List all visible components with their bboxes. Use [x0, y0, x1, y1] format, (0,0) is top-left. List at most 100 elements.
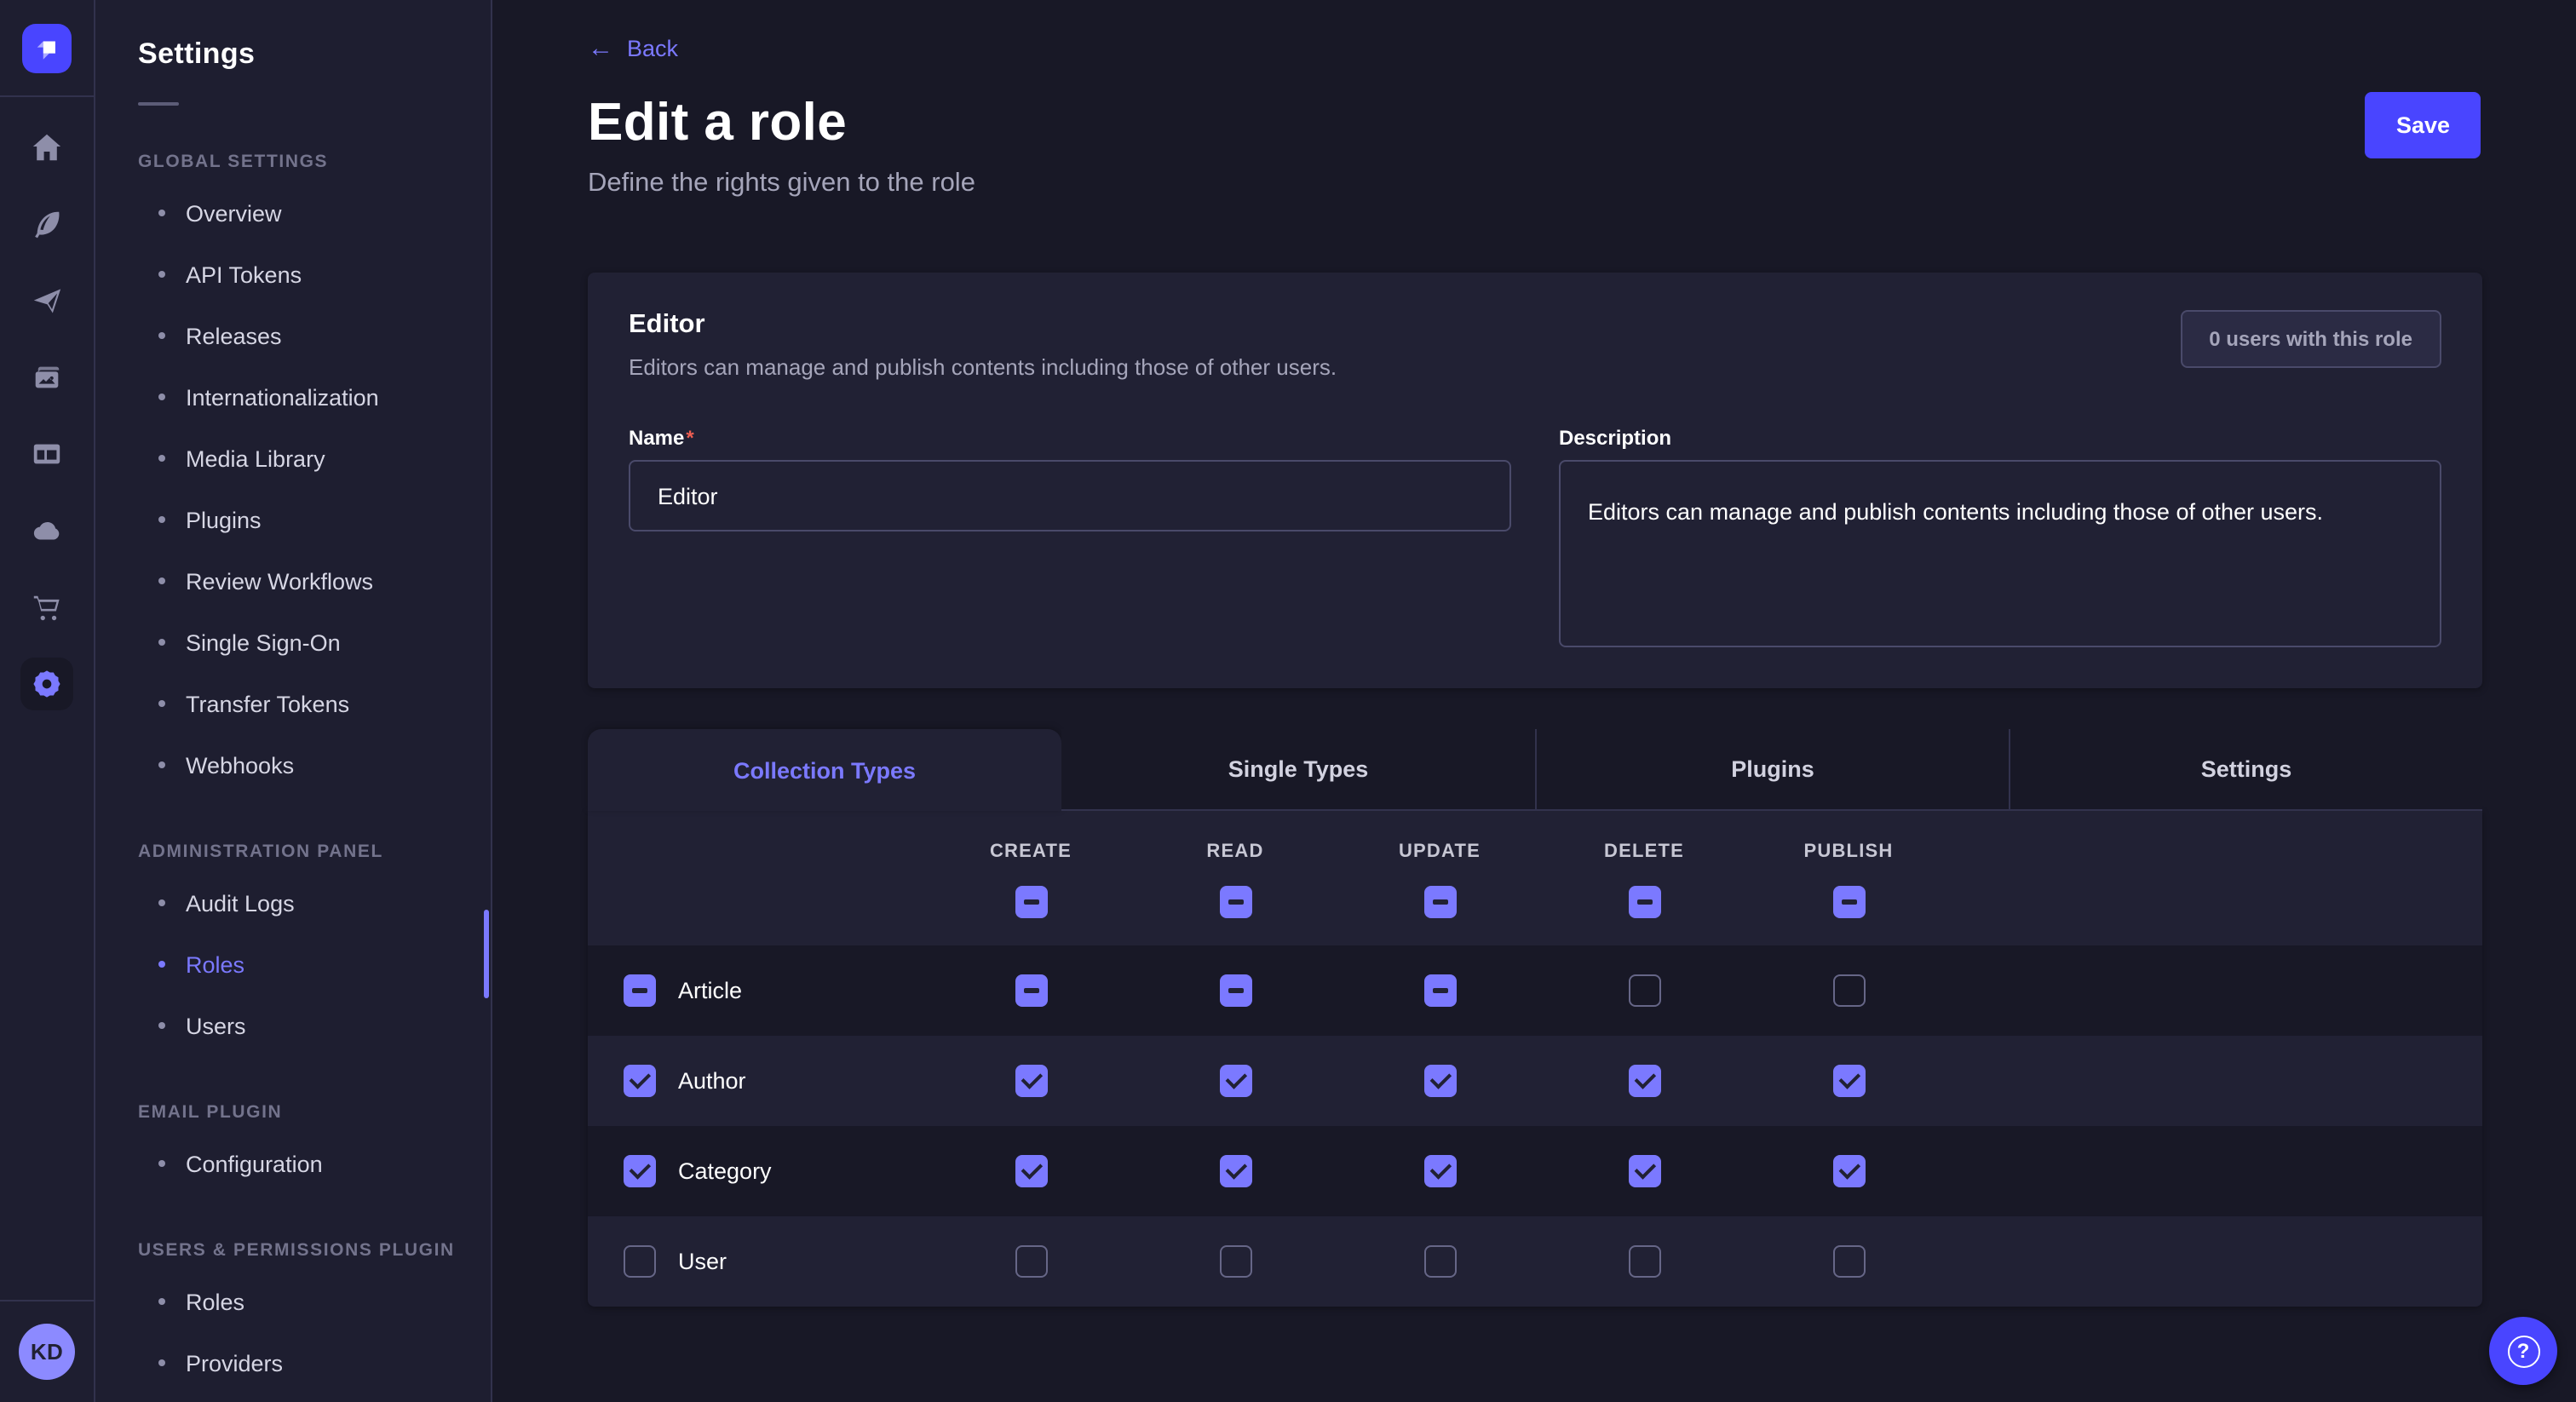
section-label: USERS & PERMISSIONS PLUGIN: [138, 1240, 491, 1261]
sidebar-item-review-workflows[interactable]: Review Workflows: [138, 550, 491, 612]
select-row-article-checkbox[interactable]: [624, 974, 656, 1007]
permission-user-publish-checkbox[interactable]: [1832, 1245, 1865, 1278]
feather-pen-icon: [31, 208, 63, 240]
tab-plugins[interactable]: Plugins: [1535, 729, 2009, 811]
select-all-create-checkbox[interactable]: [1015, 886, 1047, 918]
rail-media-images-icon[interactable]: [20, 351, 73, 404]
checkbox-cell: [1133, 974, 1337, 1007]
permission-category-update-checkbox[interactable]: [1423, 1155, 1456, 1187]
help-button[interactable]: ?: [2489, 1317, 2557, 1385]
rail-gear-icon[interactable]: [20, 658, 73, 710]
bullet-dot: [158, 394, 165, 400]
select-all-publish-checkbox[interactable]: [1832, 886, 1865, 918]
name-input[interactable]: [629, 460, 1511, 531]
permission-author-update-checkbox[interactable]: [1423, 1065, 1456, 1097]
section-label: EMAIL PLUGIN: [138, 1102, 491, 1123]
permission-article-update-checkbox[interactable]: [1423, 974, 1456, 1007]
permission-author-read-checkbox[interactable]: [1219, 1065, 1251, 1097]
avatar[interactable]: KD: [19, 1324, 75, 1380]
select-all-update-checkbox[interactable]: [1423, 886, 1456, 918]
checkbox-cell: [929, 974, 1133, 1007]
permission-author-publish-checkbox[interactable]: [1832, 1065, 1865, 1097]
permission-author-delete-checkbox[interactable]: [1628, 1065, 1660, 1097]
save-button[interactable]: Save: [2366, 92, 2481, 158]
sidebar-item-roles[interactable]: Roles: [138, 1271, 491, 1332]
description-textarea[interactable]: Editors can manage and publish contents …: [1559, 460, 2441, 647]
checkbox-cell: [1746, 1155, 1951, 1187]
sidebar-item-label: Roles: [186, 1289, 244, 1314]
sidebar-item-single-sign-on[interactable]: Single Sign-On: [138, 612, 491, 673]
permission-category-delete-checkbox[interactable]: [1628, 1155, 1660, 1187]
bullet-dot: [158, 1359, 165, 1366]
select-all-delete-checkbox[interactable]: [1628, 886, 1660, 918]
checkbox-cell: [1337, 886, 1542, 918]
sidebar-item-plugins[interactable]: Plugins: [138, 489, 491, 550]
permission-category-publish-checkbox[interactable]: [1832, 1155, 1865, 1187]
checkbox-cell: [929, 1245, 1133, 1278]
tab-collection-types[interactable]: Collection Types: [588, 729, 1061, 811]
sidebar-item-configuration[interactable]: Configuration: [138, 1133, 491, 1194]
checkbox-cell: [929, 1155, 1133, 1187]
sidebar-item-providers[interactable]: Providers: [138, 1332, 491, 1393]
permissions-header: CREATEREADUPDATEDELETEPUBLISH: [588, 811, 2482, 945]
sidebar-item-roles[interactable]: Roles: [138, 934, 491, 995]
checkbox-cell: [1337, 1065, 1542, 1097]
permission-user-read-checkbox[interactable]: [1219, 1245, 1251, 1278]
strapi-logo[interactable]: [22, 24, 72, 73]
tab-settings[interactable]: Settings: [2009, 729, 2482, 811]
rail-feather-pen-icon[interactable]: [20, 198, 73, 250]
rail-home-icon[interactable]: [20, 121, 73, 174]
select-row-category-checkbox[interactable]: [624, 1155, 656, 1187]
checkbox-cell: [1133, 1065, 1337, 1097]
bullet-dot: [158, 1022, 165, 1029]
permission-article-create-checkbox[interactable]: [1015, 974, 1047, 1007]
sidebar-item-media-library[interactable]: Media Library: [138, 428, 491, 489]
strapi-logo-glyph: [32, 34, 61, 63]
checkbox-cell: [1542, 1245, 1746, 1278]
permission-category-read-checkbox[interactable]: [1219, 1155, 1251, 1187]
select-row-author-checkbox[interactable]: [624, 1065, 656, 1097]
back-link[interactable]: ← Back: [588, 36, 678, 61]
permission-article-delete-checkbox[interactable]: [1628, 974, 1660, 1007]
sidebar-item-audit-logs[interactable]: Audit Logs: [138, 872, 491, 934]
permission-user-create-checkbox[interactable]: [1015, 1245, 1047, 1278]
permission-category-create-checkbox[interactable]: [1015, 1155, 1047, 1187]
permission-row-article: Article: [588, 945, 2482, 1036]
rail-layout-card-icon[interactable]: [20, 428, 73, 480]
sidebar-item-label: Plugins: [186, 507, 262, 532]
permission-author-create-checkbox[interactable]: [1015, 1065, 1047, 1097]
rail-paper-plane-icon[interactable]: [20, 274, 73, 327]
sidebar-scrollbar-thumb[interactable]: [484, 910, 489, 998]
permission-user-delete-checkbox[interactable]: [1628, 1245, 1660, 1278]
select-all-read-checkbox[interactable]: [1219, 886, 1251, 918]
permission-article-publish-checkbox[interactable]: [1832, 974, 1865, 1007]
sidebar-item-internationalization[interactable]: Internationalization: [138, 366, 491, 428]
sidebar-item-webhooks[interactable]: Webhooks: [138, 734, 491, 796]
tab-single-types[interactable]: Single Types: [1061, 729, 1535, 811]
rail-cloud-icon[interactable]: [20, 504, 73, 557]
sidebar-item-releases[interactable]: Releases: [138, 305, 491, 366]
permission-user-update-checkbox[interactable]: [1423, 1245, 1456, 1278]
name-label: Name*: [629, 426, 1511, 450]
select-row-user-checkbox[interactable]: [624, 1245, 656, 1278]
permission-row-category: Category: [588, 1126, 2482, 1216]
sidebar-item-transfer-tokens[interactable]: Transfer Tokens: [138, 673, 491, 734]
column-header-delete: DELETE: [1542, 842, 1746, 862]
title-divider: [138, 102, 179, 106]
section-label: ADMINISTRATION PANEL: [138, 842, 491, 862]
column-header-update: UPDATE: [1337, 842, 1542, 862]
section-label: GLOBAL SETTINGS: [138, 152, 491, 172]
sidebar-item-api-tokens[interactable]: API Tokens: [138, 244, 491, 305]
checkbox-cell: [1746, 974, 1951, 1007]
role-description-heading: Editors can manage and publish contents …: [629, 354, 1337, 380]
checkbox-cell: [1542, 974, 1746, 1007]
sidebar-item-overview[interactable]: Overview: [138, 182, 491, 244]
users-with-role-button[interactable]: 0 users with this role: [2180, 310, 2441, 368]
rail-cart-icon[interactable]: [20, 581, 73, 634]
sidebar-item-label: Configuration: [186, 1151, 323, 1176]
permission-article-read-checkbox[interactable]: [1219, 974, 1251, 1007]
bullet-dot: [158, 577, 165, 584]
sidebar-item-label: Audit Logs: [186, 890, 295, 916]
layout-card-icon: [31, 438, 63, 470]
sidebar-item-users[interactable]: Users: [138, 995, 491, 1056]
